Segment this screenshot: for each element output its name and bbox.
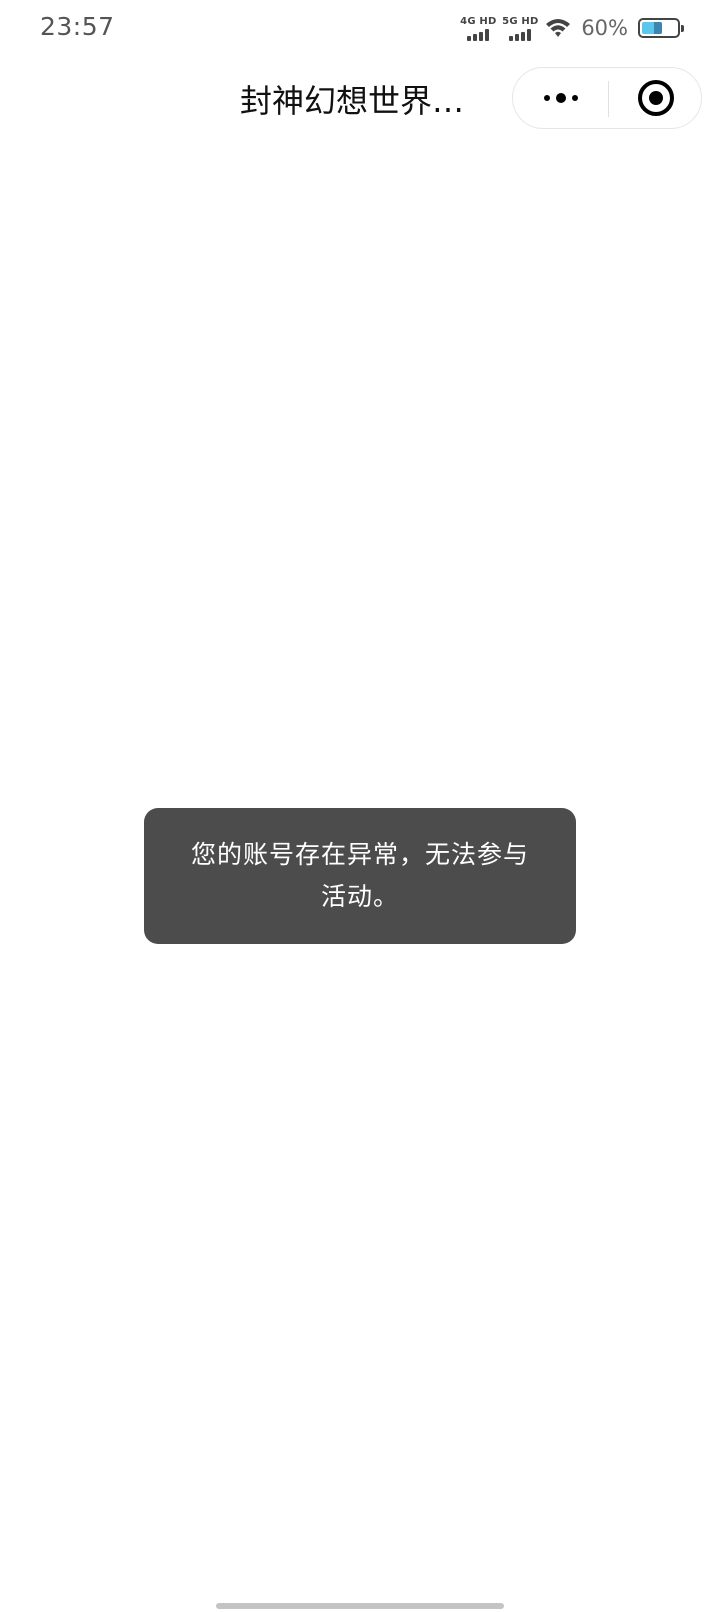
status-indicators: 4G HD 5G HD 60% [460, 14, 684, 42]
sim1-signal-icon: 4G HD [460, 15, 497, 41]
more-icon [543, 95, 550, 101]
wifi-icon [545, 17, 571, 39]
battery-level [642, 22, 662, 34]
sim2-signal-icon: 5G HD [502, 15, 539, 41]
toast-message: 您的账号存在异常，无法参与活动。 [190, 840, 529, 911]
page-title: 封神幻想世界… [240, 82, 465, 120]
nav-bar: 封神幻想世界… [0, 56, 720, 144]
status-bar: 23:57 4G HD 5G HD 60% [0, 0, 720, 56]
status-time: 23:57 [40, 12, 115, 41]
more-button[interactable] [513, 68, 608, 128]
sim1-label: 4G HD [460, 15, 497, 27]
home-indicator[interactable] [216, 1603, 504, 1609]
close-miniprogram-button[interactable] [609, 68, 703, 128]
battery-icon [638, 18, 684, 38]
battery-percent: 60% [581, 16, 628, 40]
close-miniprogram-icon [638, 80, 674, 116]
sim2-label: 5G HD [502, 15, 539, 27]
toast: 您的账号存在异常，无法参与活动。 [144, 808, 576, 944]
capsule-menu [512, 67, 702, 129]
